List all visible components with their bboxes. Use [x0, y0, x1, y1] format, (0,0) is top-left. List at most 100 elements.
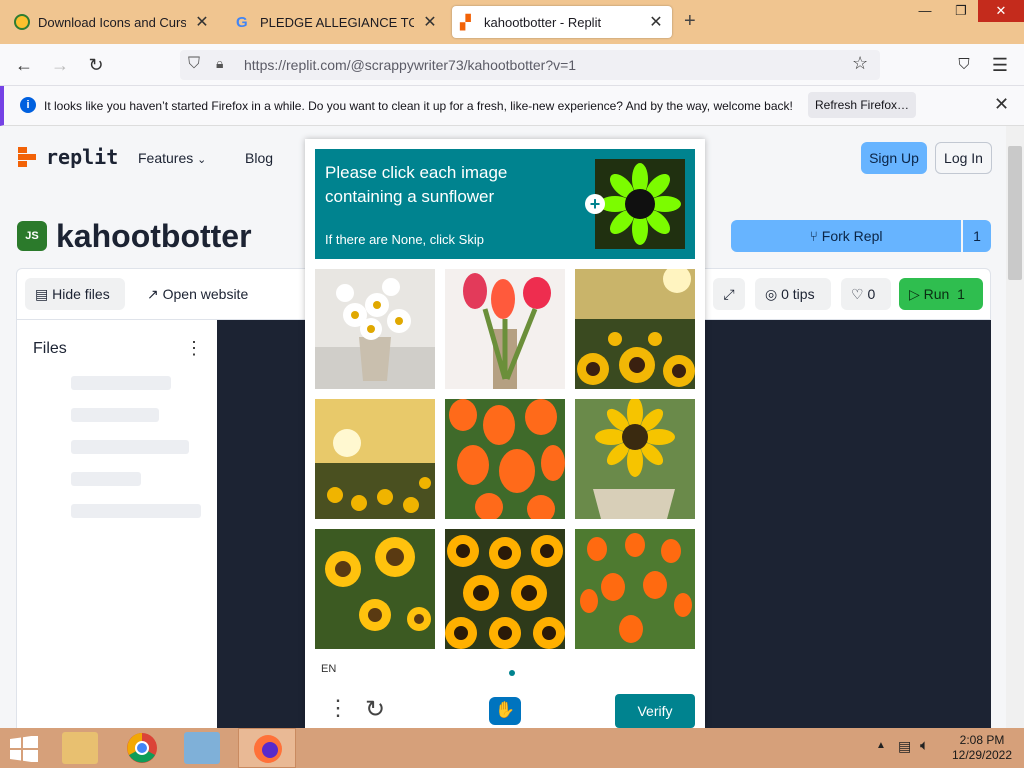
zoom-plus-icon[interactable]: + — [585, 194, 605, 214]
back-icon[interactable]: ← — [12, 53, 36, 77]
log-in-button[interactable]: Log In — [935, 142, 992, 174]
google-icon: G — [236, 13, 248, 31]
captcha-image-tile[interactable] — [445, 269, 565, 389]
hcaptcha-logo-icon: ✋ — [489, 697, 521, 725]
likes-count: 0 — [867, 286, 876, 302]
pocket-icon[interactable]: ⛉ — [952, 53, 976, 77]
nav-blog[interactable]: Blog — [245, 150, 273, 166]
tab-title: kahootbotter - Replit — [484, 14, 602, 30]
browser-tab[interactable]: Download Icons and Cursors ✕ — [6, 6, 218, 38]
browser-tab-bar: Download Icons and Cursors ✕ G PLEDGE AL… — [0, 0, 1024, 44]
captcha-image-tile[interactable] — [575, 399, 695, 519]
file-explorer-icon[interactable] — [62, 732, 98, 764]
replit-logo-icon[interactable] — [18, 147, 38, 167]
skeleton-line — [71, 376, 171, 390]
info-icon: i — [20, 97, 36, 113]
run-count: 1 — [957, 286, 965, 302]
new-tab-button[interactable]: + — [684, 10, 696, 33]
firefox-taskbar-button[interactable] — [238, 728, 296, 768]
open-website-button[interactable]: ↗ Open website — [147, 278, 267, 310]
fork-count[interactable]: 1 — [963, 220, 991, 252]
like-button[interactable]: ♡ 0 — [841, 278, 891, 310]
clock-date: 12/29/2022 — [951, 748, 1013, 762]
close-tab-icon[interactable]: ✕ — [648, 12, 664, 32]
skeleton-line — [71, 504, 201, 518]
menu-icon[interactable]: ☰ — [988, 53, 1012, 77]
nav-features[interactable]: Features ⌄ — [138, 150, 206, 166]
open-website-label: Open website — [162, 286, 249, 302]
repl-title: kahootbotter — [56, 218, 252, 254]
sign-up-button[interactable]: Sign Up — [861, 142, 927, 174]
scrollbar-thumb[interactable] — [1008, 146, 1022, 280]
captcha-prompt: Please click each image containing a sun… — [325, 163, 508, 206]
tray-chevron-icon[interactable]: ▲ — [876, 740, 886, 751]
refresh-firefox-button[interactable]: Refresh Firefox… — [808, 92, 916, 118]
run-label: Run — [923, 286, 950, 302]
url-text[interactable]: https://replit.com/@scrappywriter73/kaho… — [244, 57, 576, 73]
system-clock[interactable]: 2:08 PM 12/29/2022 — [944, 733, 1020, 763]
replit-logo-text[interactable]: replit — [46, 145, 118, 169]
fork-label: Fork Repl — [821, 228, 883, 244]
url-bar[interactable]: ⛉ 🔒︎ https://replit.com/@scrappywriter73… — [180, 50, 880, 80]
notification-bar: i It looks like you haven’t started Fire… — [0, 86, 1024, 126]
files-icon: ▤ — [35, 286, 53, 302]
browser-tab[interactable]: G PLEDGE ALLEGIANCE TO ANTI- ✕ — [228, 6, 446, 38]
close-window-icon[interactable]: ✕ — [978, 0, 1024, 22]
sample-image — [595, 159, 685, 249]
captcha-header: Please click each image containing a sun… — [315, 149, 695, 259]
browser-nav-bar: ← → ↻ ⛉ 🔒︎ https://replit.com/@scrappywr… — [0, 44, 1024, 86]
run-button[interactable]: ▷ Run 1 — [899, 278, 983, 310]
captcha-image-tile[interactable] — [445, 399, 565, 519]
expand-icon[interactable]: ⤢ — [713, 278, 745, 310]
more-options-icon[interactable]: ⋮ — [185, 338, 203, 359]
tab-title: Download Icons and Cursors — [38, 14, 186, 30]
skeleton-line — [71, 408, 159, 422]
favicon-icon — [14, 14, 30, 30]
volume-icon[interactable]: 🔈︎ — [920, 737, 929, 754]
captcha-image-tile[interactable] — [445, 529, 565, 649]
skeleton-line — [71, 472, 141, 486]
maximize-icon[interactable]: ❐ — [944, 0, 978, 22]
tips-button[interactable]: ◎ 0 tips — [755, 278, 831, 310]
shield-icon[interactable]: ⛉ — [188, 55, 200, 73]
tip-icon: ◎ — [765, 286, 782, 302]
nav-features-label: Features — [138, 150, 194, 166]
clock-time: 2:08 PM — [959, 733, 1005, 747]
page-indicator-dot — [509, 670, 515, 676]
windows-taskbar: ▲ ▤ 🔈︎ 2:08 PM 12/29/2022 — [0, 728, 1024, 768]
network-icon[interactable]: ▤ — [898, 738, 911, 755]
control-panel-icon[interactable] — [184, 732, 220, 764]
language-label[interactable]: EN — [321, 663, 336, 675]
chrome-icon[interactable] — [122, 730, 162, 766]
minimize-icon[interactable]: — — [908, 0, 942, 22]
browser-tab-active[interactable]: ▞ kahootbotter - Replit ✕ — [452, 6, 672, 38]
verify-button[interactable]: Verify — [615, 694, 695, 728]
close-tab-icon[interactable]: ✕ — [194, 12, 210, 32]
skeleton-line — [71, 440, 189, 454]
fork-icon: ⑂ — [809, 228, 822, 244]
lock-icon[interactable]: 🔒︎ — [216, 55, 223, 72]
chevron-down-icon: ⌄ — [197, 154, 207, 166]
play-icon: ▷ — [909, 286, 924, 302]
reload-icon[interactable]: ↻ — [84, 53, 108, 77]
forward-icon[interactable]: → — [48, 53, 72, 77]
close-tab-icon[interactable]: ✕ — [422, 12, 438, 32]
bookmark-star-icon[interactable]: ☆ — [852, 53, 868, 74]
captcha-image-tile[interactable] — [315, 269, 435, 389]
start-windows-icon[interactable] — [10, 735, 38, 763]
replit-favicon-icon: ▞ — [460, 13, 471, 30]
heart-icon: ♡ — [851, 286, 868, 302]
external-link-icon: ↗ — [147, 286, 163, 302]
notification-text: It looks like you haven’t started Firefo… — [44, 99, 793, 113]
captcha-image-tile[interactable] — [315, 529, 435, 649]
captcha-image-tile[interactable] — [575, 269, 695, 389]
captcha-image-tile[interactable] — [575, 529, 695, 649]
files-panel: Files ⋮ — [16, 320, 217, 728]
captcha-image-tile[interactable] — [315, 399, 435, 519]
menu-dots-icon[interactable]: ⋮ — [327, 695, 349, 721]
close-notification-icon[interactable]: ✕ — [994, 94, 1009, 115]
hide-files-button[interactable]: ▤ Hide files — [25, 278, 125, 310]
hide-files-label: Hide files — [52, 286, 110, 302]
refresh-challenge-icon[interactable]: ↻ — [365, 695, 385, 724]
fork-repl-button[interactable]: ⑂ Fork Repl — [731, 220, 961, 252]
